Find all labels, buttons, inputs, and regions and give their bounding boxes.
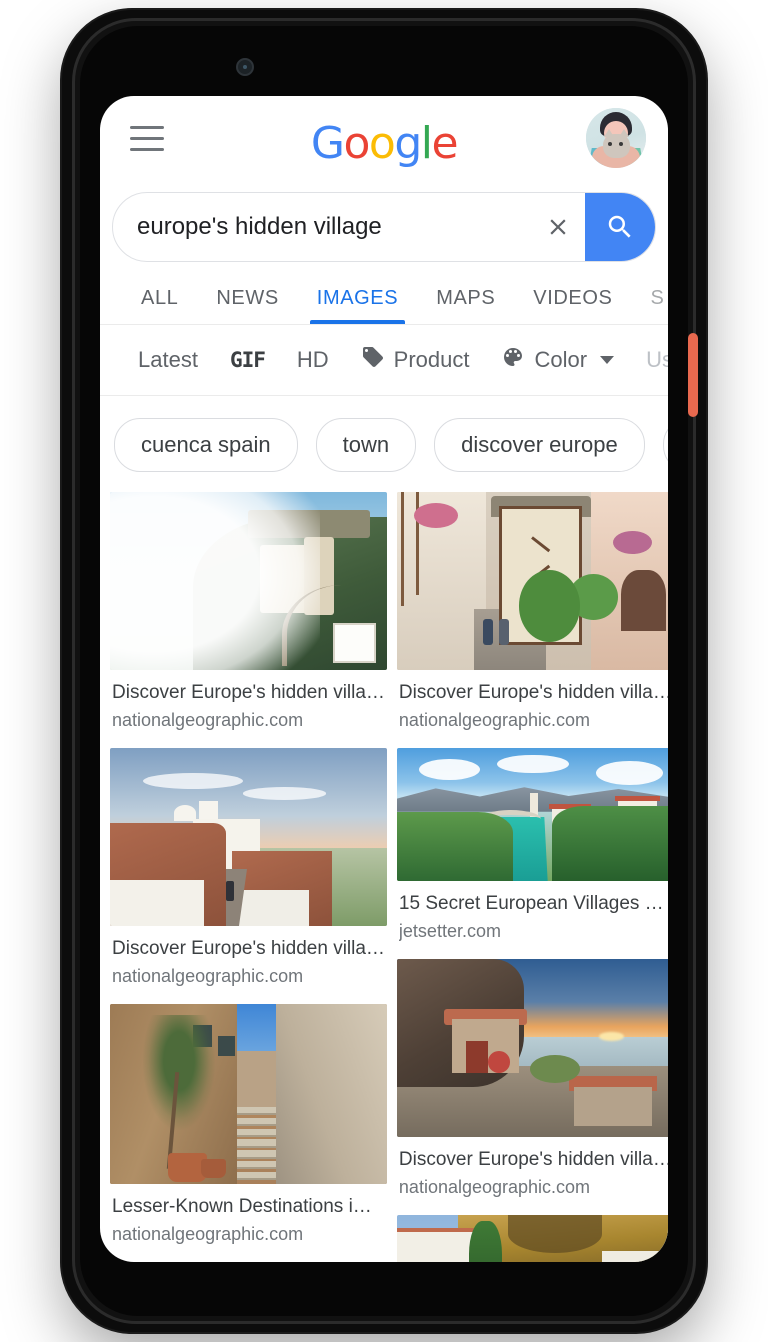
tab-shopping-truncated[interactable]: S <box>631 287 668 324</box>
result-source: nationalgeographic.com <box>398 709 591 730</box>
result-source: nationalgeographic.com <box>112 965 304 986</box>
filter-product-label: Product <box>393 347 470 372</box>
palette-icon <box>501 345 525 375</box>
chevron-down-icon <box>600 356 615 364</box>
result-thumbnail[interactable] <box>396 1214 668 1262</box>
image-results-grid: Discover Europe's hidden villa… national… <box>100 492 668 1262</box>
avatar[interactable] <box>586 108 646 168</box>
result-source: jetsetter.com <box>398 920 501 941</box>
filter-hd-label: HD <box>296 347 329 372</box>
result-title[interactable]: 15 Secret European Villages … <box>399 891 668 917</box>
result-source: nationalgeographic.com <box>398 1176 591 1197</box>
result-title[interactable]: Discover Europe's hidden villa… <box>112 936 385 962</box>
chip-next-truncated[interactable] <box>662 418 668 472</box>
phone-screen: Google europe's hidden village ALL NEWS … <box>100 96 668 1262</box>
power-button[interactable] <box>688 333 698 417</box>
tag-icon <box>361 345 385 375</box>
results-column-right: Discover Europe's hidden villa… national… <box>396 492 668 1262</box>
hilltop-village-dusk-image <box>110 747 387 926</box>
image-result-card[interactable]: Discover Europe's hidden villa… national… <box>110 492 387 732</box>
image-result-card[interactable]: Discover Europe's hidden villa… national… <box>396 958 668 1199</box>
search-bar <box>112 192 656 262</box>
filter-usage-label: Us <box>646 347 668 372</box>
tab-maps[interactable]: MAPS <box>417 287 514 324</box>
close-x-icon[interactable] <box>531 193 585 261</box>
filter-usage-rights-truncated[interactable]: Us <box>630 347 668 373</box>
filter-color-label: Color <box>534 347 588 372</box>
search-submit-button[interactable] <box>585 193 655 261</box>
result-thumbnail[interactable] <box>396 747 668 881</box>
tab-images[interactable]: IMAGES <box>298 287 417 324</box>
tab-news[interactable]: NEWS <box>197 287 297 324</box>
result-title[interactable]: Discover Europe's hidden villa… <box>399 1147 668 1173</box>
filter-latest-label: Latest <box>138 347 198 372</box>
filter-latest[interactable]: Latest <box>122 347 214 373</box>
result-source: nationalgeographic.com <box>112 709 304 730</box>
google-logo: Google <box>310 118 459 169</box>
chip-cuenca-spain[interactable]: cuenca spain <box>114 418 298 472</box>
image-result-card[interactable]: Lesser-Known Destinations i… nationalgeo… <box>110 1003 387 1246</box>
image-result-card[interactable]: Discover Europe's hidden villa… national… <box>396 492 668 732</box>
chip-discover-europe[interactable]: discover europe <box>434 418 645 472</box>
result-thumbnail[interactable] <box>396 958 668 1137</box>
filter-gif-label: GIF <box>229 348 266 372</box>
coastal-stone-village-sunset-image <box>396 958 668 1137</box>
result-title[interactable]: Lesser-Known Destinations i… <box>112 1194 385 1220</box>
app-header: Google <box>100 96 668 184</box>
related-search-chips: cuenca spain town discover europe <box>100 396 668 492</box>
cave-houses-under-rock-image <box>396 1214 668 1262</box>
screenshot-scene: Google europe's hidden village ALL NEWS … <box>0 0 768 1342</box>
stone-stairway-alley-image <box>110 1003 387 1184</box>
result-title[interactable]: Discover Europe's hidden villa… <box>399 680 668 706</box>
result-title[interactable]: Discover Europe's hidden villa… <box>112 680 385 706</box>
chip-town[interactable]: town <box>315 418 417 472</box>
result-thumbnail[interactable] <box>396 492 668 670</box>
filter-hd[interactable]: HD <box>281 347 345 373</box>
result-source: nationalgeographic.com <box>112 1223 304 1244</box>
filter-color[interactable]: Color <box>485 345 630 375</box>
front-camera-icon <box>236 58 254 76</box>
filter-product[interactable]: Product <box>345 345 486 375</box>
search-input[interactable] <box>113 212 531 242</box>
tab-all[interactable]: ALL <box>122 287 197 324</box>
river-town-bridge-image <box>396 747 668 881</box>
image-result-card[interactable]: 15 Secret European Villages … jetsetter.… <box>396 747 668 943</box>
result-thumbnail[interactable] <box>110 1003 387 1184</box>
results-column-left: Discover Europe's hidden villa… national… <box>110 492 387 1262</box>
tab-videos[interactable]: VIDEOS <box>514 287 631 324</box>
alsace-village-street-image <box>396 492 668 670</box>
result-thumbnail[interactable] <box>110 747 387 926</box>
image-filter-bar: Latest GIF HD Product Color U <box>100 325 668 396</box>
result-thumbnail[interactable] <box>110 492 387 670</box>
image-result-card-partial[interactable] <box>396 1214 668 1262</box>
misty-castle-image <box>110 492 387 670</box>
image-result-card[interactable]: Discover Europe's hidden villa… national… <box>110 747 387 988</box>
filter-gif[interactable]: GIF <box>214 348 281 372</box>
search-vertical-tabs: ALL NEWS IMAGES MAPS VIDEOS S <box>100 262 668 325</box>
